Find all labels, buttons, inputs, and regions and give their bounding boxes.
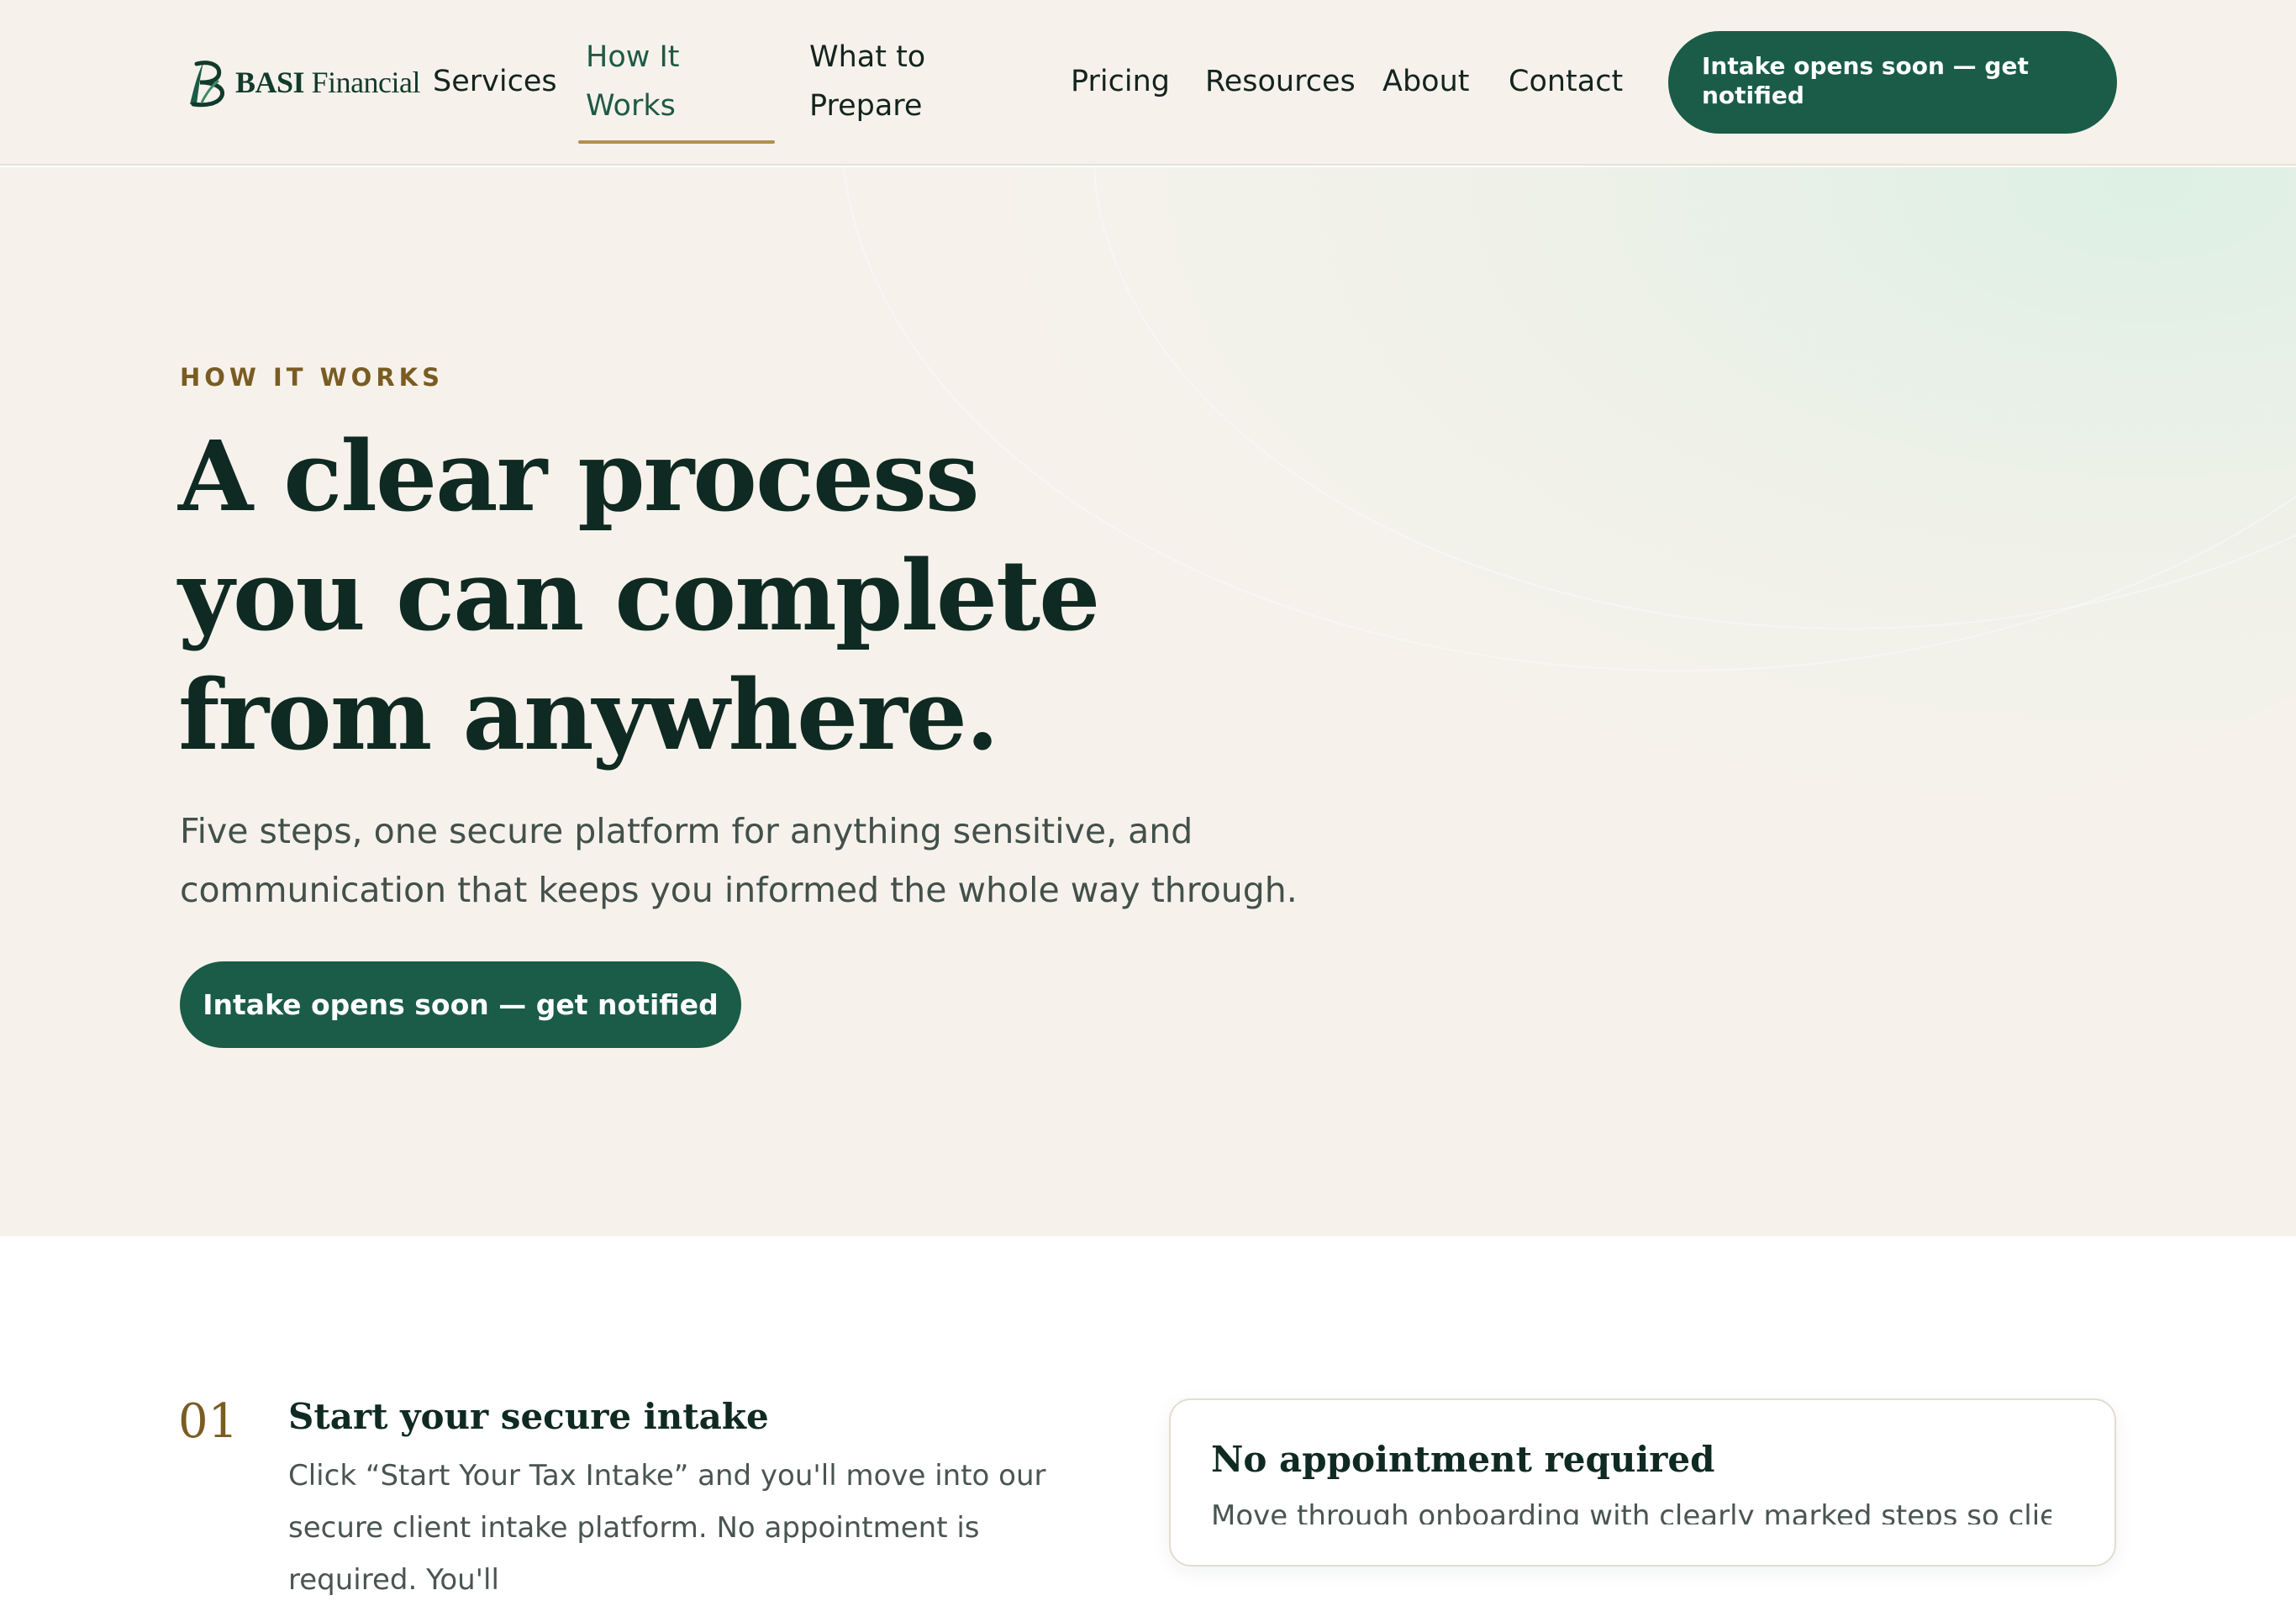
page-title: A clear process you can complete from an… (178, 420, 1100, 772)
nav-item-resources[interactable]: Resources (1205, 57, 1356, 106)
info-card-text: Move through onboarding with clearly mar… (1211, 1499, 2051, 1524)
hero-section: HOW IT WORKS A clear process you can com… (0, 167, 2296, 1236)
site-header: BASI Financial Services How It Works Wha… (0, 0, 2296, 166)
logo-leaf-icon (190, 61, 225, 108)
logo[interactable]: BASI Financial (185, 57, 421, 108)
logo-text: BASI Financial (235, 66, 421, 99)
nav-active-indicator (578, 140, 775, 144)
info-card: No appointment required Move through onb… (1169, 1398, 2116, 1567)
steps-section: 01 Start your secure intake Click “Start… (0, 1236, 2296, 1597)
nav-item-what-to-prepare[interactable]: What to Prepare (809, 33, 986, 130)
nav-item-how-it-works[interactable]: How It Works (586, 33, 745, 130)
nav-item-about[interactable]: About (1382, 57, 1469, 106)
header-notify-button[interactable]: Intake opens soon — get notified (1668, 31, 2117, 134)
info-card-title: No appointment required (1211, 1439, 1715, 1480)
hero-eyebrow: HOW IT WORKS (180, 363, 445, 392)
hero-notify-button[interactable]: Intake opens soon — get notified (180, 961, 741, 1048)
nav-item-services[interactable]: Services (433, 57, 557, 106)
step-number: 01 (178, 1394, 239, 1449)
step-description: Click “Start Your Tax Intake” and you'll… (288, 1459, 1046, 1597)
hero-subtitle: Five steps, one secure platform for anyt… (180, 811, 1298, 910)
step-title: Start your secure intake (288, 1396, 769, 1437)
nav-item-pricing[interactable]: Pricing (1071, 57, 1170, 106)
nav-item-contact[interactable]: Contact (1509, 57, 1623, 106)
